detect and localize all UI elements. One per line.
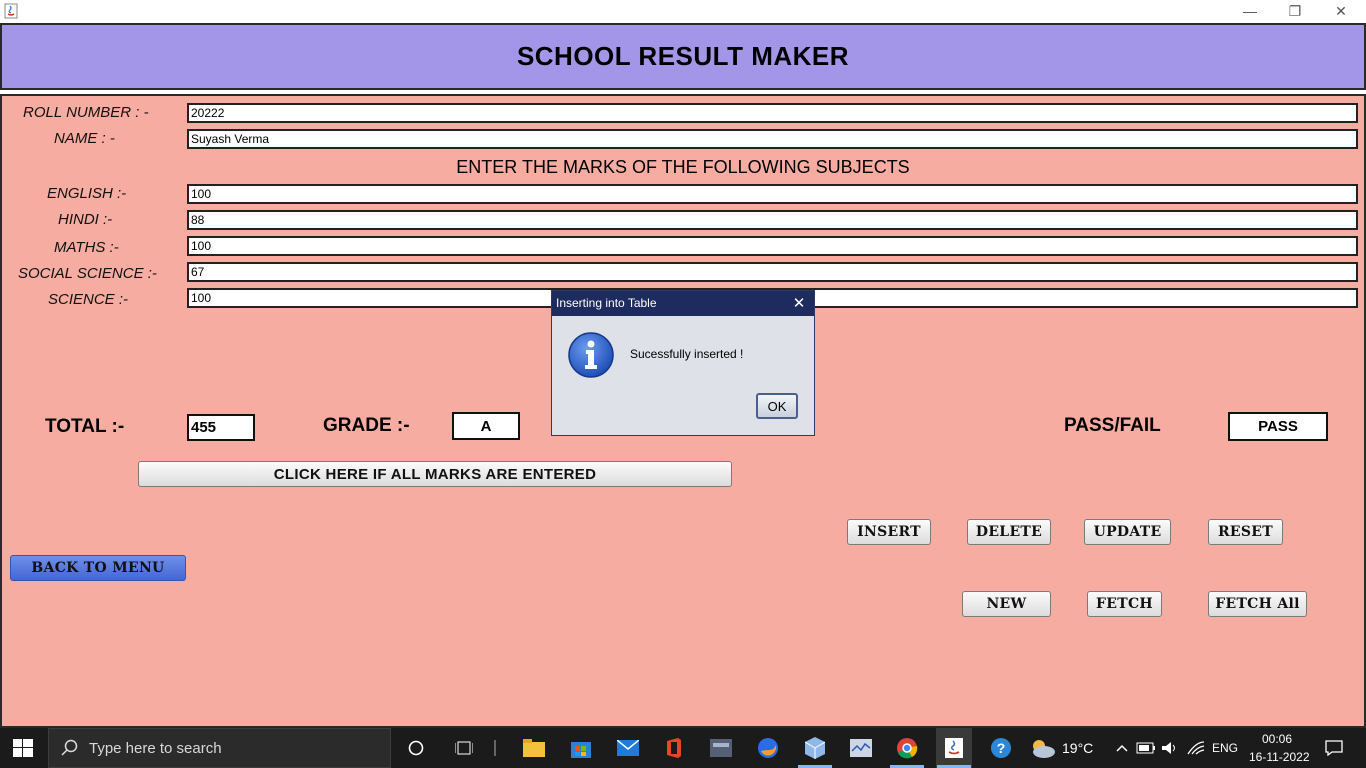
grade-label: GRADE :- xyxy=(323,415,410,436)
fetch-button[interactable]: FETCH xyxy=(1087,591,1162,617)
social-science-marks-field[interactable]: 67 xyxy=(187,262,1358,282)
grade-field[interactable]: A xyxy=(452,412,520,440)
roll-number-label: ROLL NUMBER : - xyxy=(23,104,149,121)
chevron-up-icon[interactable] xyxy=(1112,736,1132,760)
weather-icon[interactable] xyxy=(1028,736,1056,760)
back-to-menu-button[interactable]: BACK TO MENU xyxy=(10,555,186,581)
search-placeholder: Type here to search xyxy=(89,740,222,757)
battery-icon[interactable] xyxy=(1136,736,1156,760)
ok-button[interactable]: OK xyxy=(756,393,798,419)
new-button[interactable]: NEW xyxy=(962,591,1051,617)
close-button[interactable]: ✕ xyxy=(1318,0,1364,22)
microsoft-store-icon[interactable] xyxy=(569,736,593,760)
taskbar-search-box[interactable]: Type here to search xyxy=(48,728,391,768)
system-monitor-icon[interactable] xyxy=(849,736,873,760)
page-title: SCHOOL RESULT MAKER xyxy=(516,41,850,71)
firefox-icon[interactable] xyxy=(756,736,780,760)
mail-icon[interactable] xyxy=(616,736,640,760)
name-label: NAME : - xyxy=(54,130,115,147)
science-label: SCIENCE :- xyxy=(48,291,129,308)
window-titlebar: — ❐ ✕ xyxy=(0,0,1366,22)
compute-result-button[interactable]: CLICK HERE IF ALL MARKS ARE ENTERED xyxy=(138,461,732,487)
update-button[interactable]: UPDATE xyxy=(1084,519,1171,545)
maths-label: MATHS :- xyxy=(54,239,119,256)
fetch-all-button[interactable]: FETCH All xyxy=(1208,591,1307,617)
clock-time[interactable]: 00:06 xyxy=(1262,732,1292,746)
java-taskbar-icon[interactable] xyxy=(942,736,966,760)
english-marks-field[interactable]: 100 xyxy=(187,184,1358,204)
total-field[interactable]: 455 xyxy=(187,414,255,441)
maths-marks-field[interactable]: 100 xyxy=(187,236,1358,256)
search-icon xyxy=(61,739,79,757)
office-icon[interactable] xyxy=(662,736,686,760)
subjects-heading: ENTER THE MARKS OF THE FOLLOWING SUBJECT… xyxy=(456,157,910,177)
english-label: ENGLISH :- xyxy=(47,185,127,202)
delete-button[interactable]: DELETE xyxy=(967,519,1051,545)
windows-start-icon[interactable] xyxy=(13,739,33,757)
chrome-icon[interactable] xyxy=(895,736,919,760)
reset-button[interactable]: RESET xyxy=(1208,519,1283,545)
weather-temperature[interactable]: 19°C xyxy=(1062,740,1093,756)
social-science-label: SOCIAL SCIENCE :- xyxy=(18,265,157,282)
maximize-button[interactable]: ❐ xyxy=(1272,0,1318,22)
dialog-close-icon[interactable]: ✕ xyxy=(790,294,808,312)
dialog-message: Sucessfully inserted ! xyxy=(630,347,744,361)
total-label: TOTAL :- xyxy=(45,416,125,437)
hindi-label: HINDI :- xyxy=(58,211,113,228)
pass-fail-field[interactable]: PASS xyxy=(1228,412,1328,441)
dialog-title: Inserting into Table xyxy=(556,296,657,310)
notification-icon[interactable] xyxy=(1322,736,1346,760)
network-icon[interactable] xyxy=(1186,736,1206,760)
task-view-icon[interactable] xyxy=(452,736,476,760)
insert-button[interactable]: INSERT xyxy=(847,519,931,545)
name-field[interactable]: Suyash Verma xyxy=(187,129,1358,149)
header-panel: SCHOOL RESULT MAKER xyxy=(0,23,1366,90)
minimize-button[interactable]: — xyxy=(1227,0,1273,22)
pass-fail-label: PASS/FAIL xyxy=(1064,415,1161,436)
language-indicator[interactable]: ENG xyxy=(1212,741,1238,755)
java-app-icon xyxy=(4,3,18,19)
help-icon[interactable]: ? xyxy=(989,736,1013,760)
dialog-titlebar: Inserting into Table ✕ xyxy=(552,291,814,316)
sql-app-icon[interactable] xyxy=(709,736,733,760)
message-dialog: Inserting into Table ✕ Sucessfully inser… xyxy=(551,290,815,436)
file-explorer-icon[interactable] xyxy=(522,736,546,760)
info-icon xyxy=(567,331,615,379)
clock-date[interactable]: 16-11-2022 xyxy=(1249,750,1310,764)
svg-text:?: ? xyxy=(997,740,1006,756)
taskbar-divider xyxy=(494,740,496,756)
3d-box-icon[interactable] xyxy=(803,736,827,760)
cortana-icon[interactable] xyxy=(404,736,428,760)
volume-icon[interactable] xyxy=(1160,736,1180,760)
roll-number-field[interactable]: 20222 xyxy=(187,103,1358,123)
hindi-marks-field[interactable]: 88 xyxy=(187,210,1358,230)
taskbar: Type here to search ? 19°C ENG 00:06 16-… xyxy=(0,728,1366,768)
